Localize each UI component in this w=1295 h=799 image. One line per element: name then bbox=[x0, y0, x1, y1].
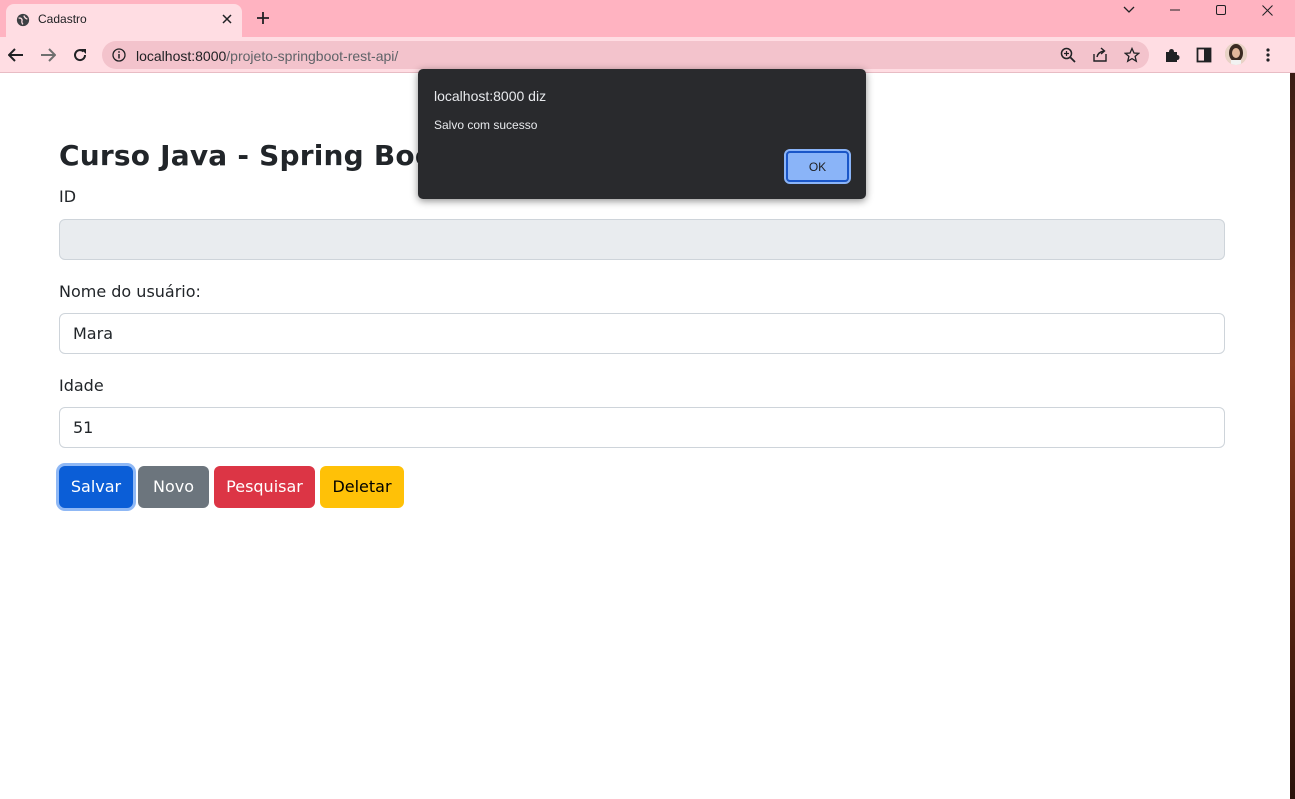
info-icon[interactable] bbox=[112, 48, 126, 62]
side-panel-icon[interactable] bbox=[1195, 46, 1213, 64]
close-window-icon[interactable] bbox=[1244, 0, 1290, 20]
url-path: /projeto-springboot-rest-api/ bbox=[226, 48, 399, 64]
share-icon[interactable] bbox=[1092, 47, 1108, 63]
new-tab-icon[interactable] bbox=[253, 8, 273, 28]
page-title: Curso Java - Spring Boot R bbox=[59, 139, 480, 172]
reload-icon[interactable] bbox=[68, 43, 92, 67]
search-button[interactable]: Pesquisar bbox=[214, 466, 315, 508]
back-arrow-icon[interactable] bbox=[4, 43, 28, 67]
delete-button[interactable]: Deletar bbox=[320, 466, 404, 508]
save-button[interactable]: Salvar bbox=[59, 466, 133, 508]
tab-cadastro[interactable]: Cadastro bbox=[6, 4, 242, 37]
close-tab-icon[interactable] bbox=[218, 10, 236, 28]
age-field[interactable]: 51 bbox=[59, 407, 1225, 448]
name-field[interactable]: Mara bbox=[59, 313, 1225, 354]
tab-title: Cadastro bbox=[38, 12, 87, 26]
age-label: Idade bbox=[59, 376, 104, 395]
desktop-background-edge bbox=[1290, 73, 1295, 799]
maximize-icon[interactable] bbox=[1198, 0, 1244, 20]
extensions-puzzle-icon[interactable] bbox=[1163, 46, 1181, 64]
forward-arrow-icon[interactable] bbox=[36, 43, 60, 67]
tab-strip: Cadastro bbox=[0, 0, 1295, 37]
zoom-icon[interactable] bbox=[1060, 47, 1076, 63]
more-menu-icon[interactable] bbox=[1259, 46, 1277, 64]
alert-dialog: localhost:8000 diz Salvo com sucesso OK bbox=[418, 69, 866, 199]
browser-toolbar: localhost:8000/projeto-springboot-rest-a… bbox=[0, 37, 1295, 73]
minimize-icon[interactable] bbox=[1152, 0, 1198, 20]
dialog-title: localhost:8000 diz bbox=[434, 88, 547, 104]
id-label: ID bbox=[59, 187, 77, 206]
name-label: Nome do usuário: bbox=[59, 282, 201, 301]
dialog-message: Salvo com sucesso bbox=[434, 118, 538, 132]
url-host: localhost:8000 bbox=[136, 48, 227, 64]
tab-search-chevron-icon[interactable] bbox=[1106, 0, 1152, 20]
ok-button[interactable]: OK bbox=[784, 149, 851, 184]
new-button[interactable]: Novo bbox=[138, 466, 209, 508]
id-field bbox=[59, 219, 1225, 260]
profile-avatar[interactable] bbox=[1225, 43, 1247, 65]
bookmark-star-icon[interactable] bbox=[1124, 47, 1140, 63]
globe-icon bbox=[16, 13, 30, 27]
url-text: localhost:8000/projeto-springboot-rest-a… bbox=[136, 48, 398, 64]
address-bar[interactable]: localhost:8000/projeto-springboot-rest-a… bbox=[102, 41, 1149, 69]
